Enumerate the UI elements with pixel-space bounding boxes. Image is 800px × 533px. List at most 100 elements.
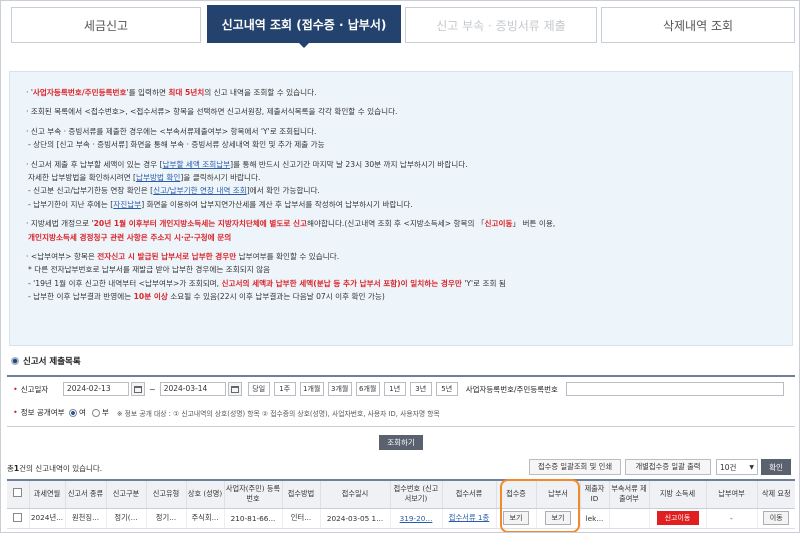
calendar-icon[interactable]: [227, 382, 242, 396]
column-header: 신고유형: [145, 479, 186, 509]
column-header: 상호 (성명): [185, 479, 224, 509]
period-3month-button[interactable]: 3개월: [327, 382, 352, 396]
notice-line: * 다른 전자납부번호로 납부서를 재발급 받아 납부한 경우에는 조회되지 않…: [28, 265, 271, 275]
tab-attach-docs: 신고 부속 · 증빙서류 제출: [405, 7, 597, 43]
column-header: 접수번호 (신고서보기): [389, 479, 442, 509]
filing-table: 과세연월 신고서 종류 신고구분 신고유형 상호 (성명) 사업자(주민) 등록…: [7, 479, 795, 529]
disclosure-note: ※ 정보 공개 대상 : ① 신고내역의 상호(성명) 항목 ② 접수증의 상호…: [116, 409, 440, 418]
column-header: 과세연월: [28, 479, 65, 509]
result-count: 총1건의 신고내역이 있습니다.: [7, 464, 103, 473]
bill-view-button[interactable]: 보기: [545, 511, 571, 525]
cell-period: 2024년...: [28, 508, 65, 529]
receipt-number-link[interactable]: 319-20...: [400, 514, 433, 523]
notice-line: 자세한 납부방법을 확인하시려면 [납부방법 확인]을 클릭하시기 바랍니다.: [28, 173, 261, 183]
search-form: • 신고일자 2024-02-13 ~ 2024-03-14 당일 1주 1개월 …: [7, 375, 795, 427]
tab-filing-history[interactable]: 신고내역 조회 (접수증 · 납부서): [207, 5, 401, 48]
column-header: 지방 소득세: [648, 479, 706, 509]
row-checkbox[interactable]: [13, 512, 23, 522]
column-header: 접수방법: [281, 479, 320, 509]
section-heading: 신고서 제출목록: [11, 355, 81, 367]
disclosure-no-radio[interactable]: [91, 408, 100, 417]
cell-type: 원천징...: [64, 508, 106, 529]
local-tax-move-button[interactable]: 신고이동: [656, 511, 699, 525]
period-3year-button[interactable]: 3년: [409, 382, 432, 396]
notice-line: · <납부여부> 항목은 전자신고 시 발급된 납부서로 납부한 경우만 납부여…: [26, 252, 340, 262]
disclosure-yes-label: 여: [79, 408, 86, 417]
section-title: 신고서 제출목록: [23, 357, 81, 367]
column-header: 삭제 요청: [756, 479, 795, 509]
required-icon: •: [13, 408, 18, 417]
cell-datetime: 2024-03-05 1...: [319, 508, 390, 529]
column-header: 사업자(주민) 등록번호: [223, 479, 282, 509]
column-header: 신고구분: [105, 479, 146, 509]
date-from-input[interactable]: 2024-02-13: [63, 382, 129, 396]
select-all-header[interactable]: [7, 479, 29, 509]
cell-kind: 정기...: [145, 508, 186, 529]
disclosure-label: • 정보 공개여부: [13, 408, 65, 417]
column-header: 납부여부: [705, 479, 757, 509]
tab-tax-filing[interactable]: 세금신고: [11, 7, 201, 43]
period-today-button[interactable]: 당일: [247, 382, 270, 396]
column-header: 접수서류: [441, 479, 496, 509]
notice-line: · 지방세법 개정으로 '20년 1월 이후부터 개인지방소득세는 지방자치단체…: [26, 219, 556, 229]
bulk-receipt-print-button[interactable]: 접수증 일괄조회 및 인쇄: [529, 459, 621, 475]
registration-number-input[interactable]: [565, 382, 784, 396]
column-header: 부속서류 제출여부: [608, 479, 649, 509]
period-1month-button[interactable]: 1개월: [299, 382, 324, 396]
notice-box: · '사업자등록번호/주민등록번호'를 입력하면 최대 5년치의 신고 내역을 …: [9, 71, 793, 346]
bullet-icon: [11, 357, 19, 365]
notice-line: - 납부기한이 지난 후에는 [자진납부] 화면을 이용하여 납부지연가산세를 …: [28, 199, 413, 209]
page-frame: 세금신고 신고내역 조회 (접수증 · 납부서) 신고 부속 · 증빙서류 제출…: [0, 0, 800, 533]
period-5year-button[interactable]: 5년: [435, 382, 458, 396]
cell-submitter: lek...: [579, 508, 609, 529]
confirm-button[interactable]: 확인: [761, 459, 791, 475]
notice-line: · 조회된 목록에서 <접수번호>, <접수서류> 항목을 선택하면 신고서원장…: [26, 107, 398, 117]
date-to-input[interactable]: 2024-03-14: [159, 382, 226, 396]
notice-line: · 신고서 제출 후 납부할 세액이 있는 경우 [납부할 세액 조회납부]를 …: [26, 159, 468, 169]
notice-line: - 상단의 [신고 부속 · 증빙서류] 화면을 통해 부속 · 증빙서류 상세…: [28, 140, 325, 150]
column-header: 접수증: [495, 479, 536, 509]
disclosure-yes-radio[interactable]: [69, 408, 77, 417]
page-size-select[interactable]: 10건 ▼: [716, 459, 758, 475]
column-header: 접수일시: [319, 479, 390, 509]
notice-line: · '사업자등록번호/주민등록번호'를 입력하면 최대 5년치의 신고 내역을 …: [26, 88, 317, 97]
table-header-row: 과세연월 신고서 종류 신고구분 신고유형 상호 (성명) 사업자(주민) 등록…: [7, 479, 795, 509]
id-label: 사업자등록번호/주민등록번호: [465, 384, 558, 394]
cell-division: 정기(...: [105, 508, 146, 529]
self-payment-link[interactable]: 자진납부: [113, 200, 141, 209]
table-row: 2024년... 원천징... 정기(... 정기... 주식회... 210-…: [7, 508, 795, 529]
period-6month-button[interactable]: 6개월: [355, 382, 380, 396]
cell-reg-no: 210-81-66...: [223, 508, 282, 529]
receipt-docs-link[interactable]: 접수서류 1종: [449, 513, 490, 522]
tab-bar: 세금신고 신고내역 조회 (접수증 · 납부서) 신고 부속 · 증빙서류 제출…: [11, 5, 795, 48]
calendar-icon[interactable]: [131, 382, 145, 396]
cell-attach: [608, 508, 649, 529]
select-all-checkbox[interactable]: [13, 488, 23, 498]
date-label: • 신고일자: [13, 384, 49, 394]
column-header: 제출자 ID: [579, 479, 609, 509]
cell-name: 주식회...: [185, 508, 224, 529]
tab-deleted-history[interactable]: 삭제내역 조회: [601, 7, 795, 43]
period-1week-button[interactable]: 1주: [273, 382, 296, 396]
pay-tax-link[interactable]: 납부할 세액 조회납부: [162, 160, 230, 169]
notice-line: - 납부한 이후 납부결과 반영에는 10분 이상 소요될 수 있음(22시 이…: [28, 292, 385, 302]
period-1year-button[interactable]: 1년: [383, 382, 406, 396]
disclosure-row: • 정보 공개여부 여 부 ※ 정보 공개 대상 : ① 신고내역의 상호(성명)…: [7, 407, 440, 418]
notice-line: 개인지방소득세 경정청구 관련 사항은 주소지 시·군·구청에 문의: [28, 232, 232, 242]
chevron-down-icon: ▼: [749, 463, 754, 471]
individual-receipt-print-button[interactable]: 개별접수증 일괄 출력: [625, 459, 711, 475]
notice-line: - '19년 1월 이후 신고한 내역부터 <납부여부>가 조회되며, 신고서의…: [28, 278, 506, 288]
column-header: 납부서: [535, 479, 580, 509]
date-row: • 신고일자 2024-02-13 ~ 2024-03-14 당일 1주 1개월 …: [7, 382, 784, 396]
delete-request-button[interactable]: 이동: [763, 511, 790, 525]
disclosure-no-label: 부: [101, 408, 109, 417]
cell-paid: -: [705, 508, 757, 529]
notice-line: - 신고분 신고/납부기한등 연장 확인은 [신고/납부기한 연장 내역 조회]…: [28, 186, 320, 196]
notice-line: · 신고 부속 · 증빙서류를 제출한 경우에는 <부속서류제출여부> 항목에서…: [26, 126, 317, 136]
column-header: 신고서 종류: [64, 479, 106, 509]
required-icon: •: [13, 384, 18, 394]
extension-history-link[interactable]: 신고/납부기한 연장 내역 조회: [153, 186, 247, 195]
query-button[interactable]: 조회하기: [379, 435, 423, 450]
pay-method-link[interactable]: 납부방법 확인: [136, 173, 180, 182]
receipt-view-button[interactable]: 보기: [503, 511, 529, 525]
